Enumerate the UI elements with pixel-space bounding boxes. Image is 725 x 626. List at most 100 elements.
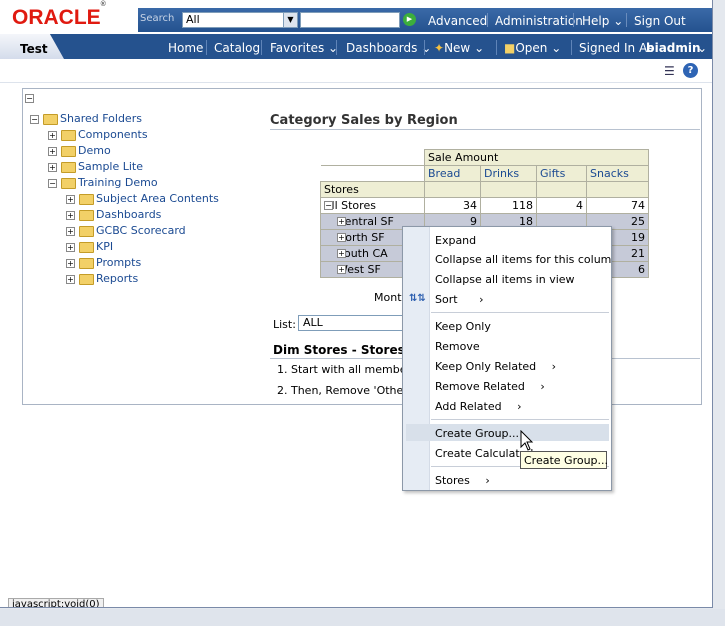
chevron-down-icon[interactable]: ⌄ <box>697 41 707 55</box>
tree-item-components[interactable]: + Components <box>48 129 148 141</box>
tree-item-reports[interactable]: + Reports <box>66 273 138 285</box>
open-menu[interactable]: ■Open ⌄ <box>504 41 561 55</box>
oracle-logo: ORACLE® <box>12 1 106 29</box>
dimension-title: Dim Stores - Stores <box>273 343 405 357</box>
expand-icon[interactable]: + <box>337 264 346 274</box>
submenu-arrow-icon: › <box>485 474 490 487</box>
help-menu[interactable]: Help ⌄ <box>582 14 623 28</box>
dashboards-menu[interactable]: Dashboards ⌄ <box>346 41 431 55</box>
submenu-arrow-icon: › <box>540 380 545 393</box>
divider <box>261 40 262 55</box>
expand-icon[interactable]: + <box>48 162 57 172</box>
favorites-menu[interactable]: Favorites ⌄ <box>270 41 338 55</box>
menu-item-stores[interactable]: Stores › <box>435 474 490 487</box>
menu-item-collapse-column[interactable]: Collapse all items for this column <box>435 253 611 266</box>
expand-icon[interactable]: + <box>48 146 57 156</box>
expand-icon[interactable]: + <box>66 210 75 220</box>
collapse-icon[interactable]: − <box>324 200 333 210</box>
search-go-icon[interactable]: ▶ <box>403 13 416 26</box>
user-menu[interactable]: biadmin <box>646 41 701 55</box>
panel-collapse-toggle[interactable]: − <box>25 92 34 104</box>
step-item: 2. Then, Remove 'Other U <box>277 384 420 397</box>
chevron-down-icon: ⌄ <box>613 14 624 28</box>
tree-item-kpi[interactable]: + KPI <box>66 241 113 253</box>
expand-icon[interactable]: + <box>66 258 75 268</box>
menu-item-remove-related[interactable]: Remove Related › <box>435 380 545 393</box>
divider <box>571 40 572 55</box>
divider <box>573 13 574 27</box>
menu-item-keep-only-related[interactable]: Keep Only Related › <box>435 360 556 373</box>
expand-icon[interactable]: + <box>66 194 75 204</box>
new-menu[interactable]: ✦New ⌄ <box>434 41 484 55</box>
tree-item-sample-lite[interactable]: + Sample Lite <box>48 161 143 173</box>
menu-icon-strip <box>403 227 430 490</box>
mouse-cursor-icon <box>520 430 534 451</box>
administration-link[interactable]: Administration <box>495 14 583 28</box>
table-cell: 118 <box>480 197 537 214</box>
column-header-gifts[interactable]: Gifts <box>536 165 587 182</box>
row-header-stores[interactable]: Stores <box>320 181 425 198</box>
tree-item-prompts[interactable]: + Prompts <box>66 257 141 269</box>
measure-header[interactable]: Sale Amount <box>424 149 649 166</box>
tree-item-demo[interactable]: + Demo <box>48 145 111 157</box>
collapse-icon[interactable]: − <box>30 114 39 124</box>
expand-icon[interactable]: + <box>337 232 346 242</box>
folder-icon <box>79 273 94 285</box>
tooltip: Create Group... <box>520 451 608 469</box>
expand-icon[interactable]: + <box>337 216 346 226</box>
global-header: ORACLE® Search All ▼ ▶ Advanced Administr… <box>0 0 712 34</box>
column-header-bread[interactable]: Bread <box>424 165 481 182</box>
submenu-arrow-icon: › <box>551 360 557 373</box>
submenu-arrow-icon: › <box>517 400 522 413</box>
expand-icon[interactable]: + <box>337 248 346 258</box>
menu-item-expand[interactable]: Expand <box>435 234 476 247</box>
advanced-link[interactable]: Advanced <box>428 14 487 28</box>
folder-icon <box>61 145 76 157</box>
chevron-down-icon: ⌄ <box>551 41 562 55</box>
folder-icon <box>79 193 94 205</box>
collapse-icon[interactable]: − <box>48 178 57 188</box>
page-options-icon[interactable]: ☰ <box>664 64 675 78</box>
menu-item-collapse-view[interactable]: Collapse all items in view <box>435 273 575 286</box>
home-link[interactable]: Home <box>168 41 203 55</box>
folder-icon <box>79 241 94 253</box>
report-title: Category Sales by Region <box>270 113 458 128</box>
menu-item-sort[interactable]: Sort › <box>435 293 483 306</box>
search-input[interactable] <box>300 12 400 28</box>
divider <box>487 13 488 27</box>
dropdown-arrow-icon[interactable]: ▼ <box>283 13 297 27</box>
search-scope-select[interactable]: All ▼ <box>182 12 298 28</box>
menu-divider <box>431 312 609 313</box>
expand-icon[interactable]: + <box>48 130 57 140</box>
column-header-snacks[interactable]: Snacks <box>586 165 649 182</box>
divider <box>626 13 627 27</box>
menu-item-create-group[interactable]: Create Group... <box>435 427 519 440</box>
catalog-link[interactable]: Catalog <box>214 41 260 55</box>
tree-item-dashboards[interactable]: + Dashboards <box>66 209 161 221</box>
folder-icon <box>79 225 94 237</box>
menu-item-add-related[interactable]: Add Related › <box>435 400 521 413</box>
folder-icon <box>61 129 76 141</box>
expand-icon[interactable]: + <box>66 274 75 284</box>
list-select[interactable]: ALL <box>298 315 404 331</box>
tree-item-subject-area-contents[interactable]: + Subject Area Contents <box>66 193 219 205</box>
folder-icon <box>79 209 94 221</box>
row-label-all-stores[interactable]: − All Stores <box>320 197 425 214</box>
expand-icon[interactable]: + <box>66 242 75 252</box>
menu-item-keep-only[interactable]: Keep Only <box>435 320 491 333</box>
help-icon[interactable]: ? <box>683 63 698 78</box>
table-cell: 74 <box>586 197 649 214</box>
menu-item-remove[interactable]: Remove <box>435 340 480 353</box>
folder-icon <box>43 113 58 125</box>
divider <box>496 40 497 55</box>
expand-icon[interactable]: + <box>66 226 75 236</box>
page-toolbar <box>0 59 712 83</box>
table-row: − All Stores 34 118 4 74 <box>320 197 649 214</box>
tree-item-gcbc-scorecard[interactable]: + GCBC Scorecard <box>66 225 186 237</box>
column-header-drinks[interactable]: Drinks <box>480 165 537 182</box>
tree-item-training-demo[interactable]: − Training Demo <box>48 177 158 189</box>
menu-item-create-calculated[interactable]: Create Calculated <box>435 447 533 460</box>
sort-icon: ⇅⇅ <box>409 293 426 304</box>
tree-item-shared-folders[interactable]: − Shared Folders <box>30 113 142 125</box>
sign-out-link[interactable]: Sign Out <box>634 14 686 28</box>
